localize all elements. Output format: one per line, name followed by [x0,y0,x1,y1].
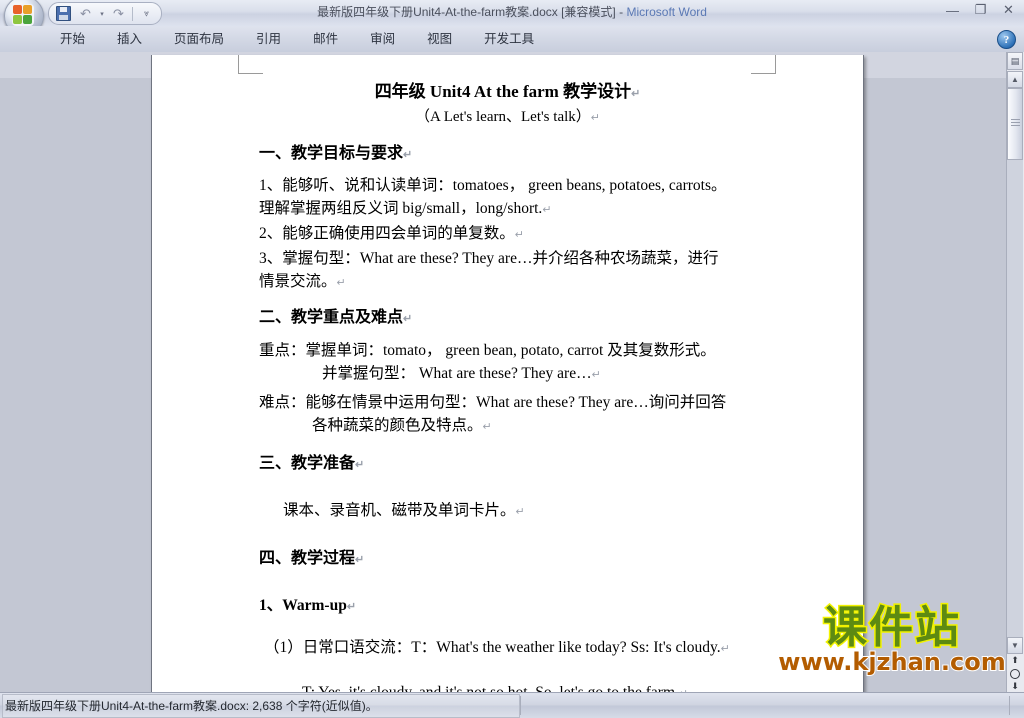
previous-page-button[interactable]: ⬆ [1007,654,1023,667]
doc-paragraph-8: （1）日常口语交流：T：What's the weather like toda… [152,636,863,661]
doc-paragraph-3b-text: 情景交流。 [259,273,337,290]
doc-title: 四年级 Unit4 At the farm 教学设计↵ [152,80,863,106]
doc-paragraph-2: 2、能够正确使用四会单词的单复数。↵ [152,222,863,247]
vertical-scrollbar[interactable]: ▤ ▲ ▼ ⬆ ⬇ [1006,52,1024,693]
doc-paragraph-6b-text: 各种蔬菜的颜色及特点。 [312,417,483,434]
document-page[interactable]: 四年级 Unit4 At the farm 教学设计↵ （A Let's lea… [151,55,864,718]
doc-heading-4-text: 四、教学过程 [259,550,356,567]
close-button[interactable]: ✕ [999,2,1018,18]
ribbon-tabs: 开始 插入 页面布局 引用 邮件 审阅 视图 开发工具 [46,26,552,52]
doc-paragraph-7: 课本、录音机、磁带及单词卡片。↵ [152,499,863,524]
doc-title-text: 四年级 Unit4 At the farm 教学设计 [374,82,632,101]
document-workspace: 四年级 Unit4 At the farm 教学设计↵ （A Let's lea… [0,52,1024,718]
doc-paragraph-5-text: 并掌握句型： What are these? They are… [322,365,592,382]
window-title: 最新版四年级下册Unit4-At-the-farm教案.docx [兼容模式] … [0,3,1024,20]
pilcrow-icon: ↵ [590,112,600,124]
status-divider-1 [520,696,521,715]
window-title-app: Microsoft Word [626,5,707,19]
status-bar: 最新版四年级下册Unit4-At-the-farm教案.docx: 2,638 … [0,692,1024,718]
tab-mailings[interactable]: 邮件 [299,27,352,51]
doc-heading-2: 二、教学重点及难点↵ [152,306,863,331]
doc-heading-3-text: 三、教学准备 [259,455,356,472]
scrollbar-grip-icon [1011,119,1020,129]
restore-button[interactable]: ❐ [971,2,990,18]
pilcrow-icon: ↵ [346,601,357,613]
scroll-up-button[interactable]: ▲ [1007,71,1023,88]
doc-paragraph-7-text: 课本、录音机、磁带及单词卡片。 [283,502,516,519]
pilcrow-icon: ↵ [482,421,492,433]
doc-paragraph-1a: 1、能够听、说和认读单词：tomatoes， green beans, pota… [152,174,863,197]
doc-heading-2-text: 二、教学重点及难点 [259,309,404,326]
title-bar: ↶ ▾ ↷ ⩔ 最新版四年级下册Unit4-At-the-farm教案.docx… [0,0,1024,36]
pilcrow-icon: ↵ [720,643,730,655]
minimize-button[interactable]: — [943,2,962,18]
doc-paragraph-3a: 3、掌握句型：What are these? They are…并介绍各种农场蔬… [152,247,863,270]
pilcrow-icon: ↵ [515,506,525,518]
split-icon: ▤ [1010,55,1020,66]
tab-references[interactable]: 引用 [242,27,295,51]
doc-heading-4: 四、教学过程↵ [152,547,863,572]
doc-heading-5: 1、Warm-up↵ [152,594,863,619]
doc-paragraph-6b: 各种蔬菜的颜色及特点。↵ [152,414,863,439]
tab-view[interactable]: 视图 [413,27,466,51]
pilcrow-icon: ↵ [591,369,601,381]
tab-page-layout[interactable]: 页面布局 [160,27,238,51]
doc-paragraph-6a: 难点：能够在情景中运用句型：What are these? They are…询… [152,391,863,414]
status-divider-2 [1009,696,1010,715]
doc-paragraph-3b: 情景交流。↵ [152,270,863,295]
window-title-separator: - [615,5,627,19]
doc-paragraph-1b-text: 理解掌握两组反义词 big/small，long/short. [259,200,543,217]
doc-paragraph-3a-text: 3、掌握句型：What are these? They are…并介绍各种农场蔬… [259,250,719,267]
help-button[interactable]: ? [997,30,1016,49]
pilcrow-icon: ↵ [542,204,552,216]
select-browse-object-button[interactable] [1007,667,1023,680]
scroll-down-button[interactable]: ▼ [1007,637,1023,654]
doc-heading-5-text: 1、Warm-up [259,597,347,614]
word-window: ↶ ▾ ↷ ⩔ 最新版四年级下册Unit4-At-the-farm教案.docx… [0,0,1024,718]
doc-paragraph-6a-text: 难点：能够在情景中运用句型：What are these? They are…询… [259,394,727,411]
pilcrow-icon: ↵ [336,277,346,289]
doc-heading-1-text: 一、教学目标与要求 [259,145,404,162]
scrollbar-thumb[interactable] [1007,88,1023,160]
doc-paragraph-1a-text: 1、能够听、说和认读单词：tomatoes， green beans, pota… [259,177,727,194]
split-window-button[interactable]: ▤ [1007,52,1023,70]
tab-review[interactable]: 审阅 [356,27,409,51]
doc-heading-3: 三、教学准备↵ [152,452,863,477]
tab-insert[interactable]: 插入 [103,27,156,51]
browse-object-icon [1010,668,1020,679]
window-title-document: 最新版四年级下册Unit4-At-the-farm教案.docx [兼容模式] [317,5,616,19]
scrollbar-track[interactable] [1007,88,1023,637]
tab-home[interactable]: 开始 [46,27,99,51]
pilcrow-icon: ↵ [403,313,413,325]
left-rail [0,52,150,693]
doc-paragraph-4: 重点：掌握单词：tomato， green bean, potato, carr… [152,339,863,362]
pilcrow-icon: ↵ [514,229,524,241]
pilcrow-icon: ↵ [355,554,365,566]
tab-developer[interactable]: 开发工具 [470,27,548,51]
doc-paragraph-2-text: 2、能够正确使用四会单词的单复数。 [259,225,515,242]
document-text: 四年级 Unit4 At the farm 教学设计↵ （A Let's lea… [152,55,863,718]
doc-heading-1: 一、教学目标与要求↵ [152,142,863,167]
doc-paragraph-4-text: 重点：掌握单词：tomato， green bean, potato, carr… [259,342,716,359]
pilcrow-icon: ↵ [631,88,641,100]
doc-paragraph-5: 并掌握句型： What are these? They are…↵ [152,362,863,387]
doc-subtitle: （A Let's learn、Let's talk）↵ [152,106,863,130]
status-bar-text: 最新版四年级下册Unit4-At-the-farm教案.docx: 2,638 … [5,699,378,713]
pilcrow-icon: ↵ [403,149,413,161]
ribbon-tab-bar: 开始 插入 页面布局 引用 邮件 审阅 视图 开发工具 ? [0,26,1024,53]
doc-paragraph-1b: 理解掌握两组反义词 big/small，long/short.↵ [152,197,863,222]
doc-subtitle-text: （A Let's learn、Let's talk） [414,109,591,125]
window-controls: — ❐ ✕ [943,2,1018,18]
pilcrow-icon: ↵ [355,459,365,471]
doc-paragraph-8-text: （1）日常口语交流：T：What's the weather like toda… [264,639,721,656]
